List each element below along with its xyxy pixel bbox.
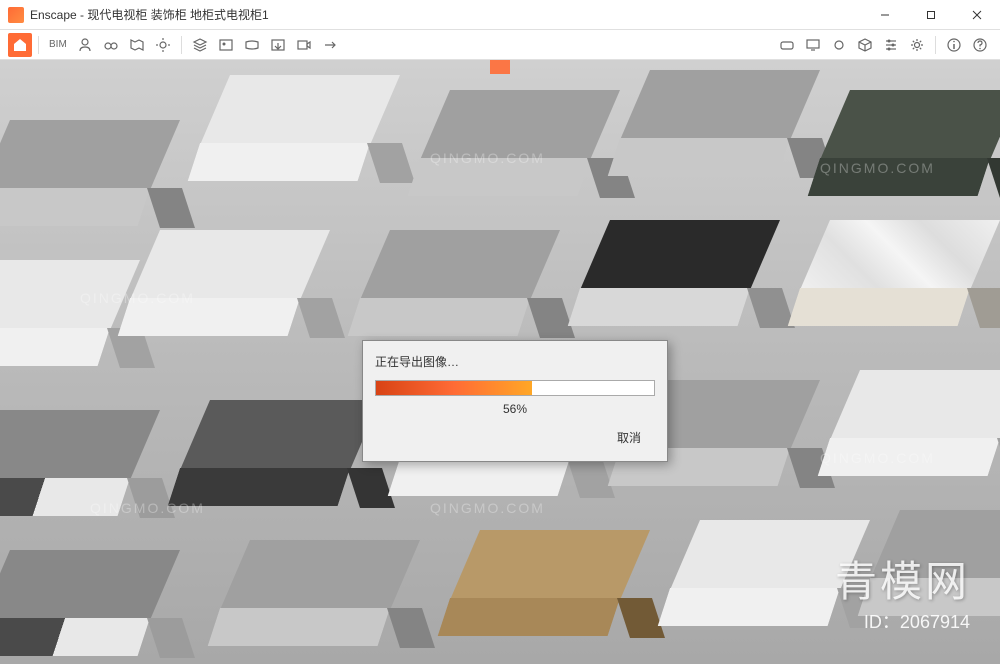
cabinet-render [420,90,620,200]
bim-label: BIM [45,39,71,50]
user-icon[interactable] [73,33,97,57]
progress-fill [376,381,532,395]
progress-bar [375,380,655,396]
window-title: Enscape - 现代电视柜 装饰柜 地柜式电视柜1 [30,6,269,23]
window-controls [862,0,1000,30]
toolbar-separator [181,36,182,54]
toolbar: BIM [0,30,1000,60]
monitor-icon[interactable] [801,33,825,57]
video-icon[interactable] [292,33,316,57]
cabinet-render [580,220,780,330]
cabinet-render [360,230,560,340]
image-icon[interactable] [214,33,238,57]
toolbar-separator [935,36,936,54]
cabinet-render [800,220,1000,330]
home-button[interactable] [8,33,32,57]
vr-icon[interactable] [775,33,799,57]
export-icon[interactable] [266,33,290,57]
maximize-button[interactable] [908,0,954,30]
info-icon[interactable] [942,33,966,57]
help-icon[interactable] [968,33,992,57]
titlebar: Enscape - 现代电视柜 装饰柜 地柜式电视柜1 [0,0,1000,30]
cabinet-render [0,550,180,660]
cabinet-render [0,260,140,370]
cabinet-render [820,90,1000,200]
toolbar-right-group [775,33,992,57]
cabinet-render [130,230,330,340]
cube-icon[interactable] [853,33,877,57]
dialog-footer: 取消 [375,426,655,449]
cabinet-render [200,75,400,185]
sync-icon[interactable] [827,33,851,57]
titlebar-left: Enscape - 现代电视柜 装饰柜 地柜式电视柜1 [8,6,269,23]
gear-icon[interactable] [905,33,929,57]
panorama-icon[interactable] [240,33,264,57]
light-icon[interactable] [151,33,175,57]
export-dialog: 正在导出图像… 56% 取消 [362,340,668,462]
binoculars-icon[interactable] [99,33,123,57]
progress-text: 56% [375,402,655,416]
cabinet-render [0,120,180,230]
nav-indicator-icon [490,60,510,74]
map-icon[interactable] [125,33,149,57]
watermark: QINGMO.COM [430,500,545,516]
cabinet-render [620,70,820,180]
share-icon[interactable] [318,33,342,57]
brand-logo: 青模网 [835,548,970,609]
minimize-button[interactable] [862,0,908,30]
toolbar-left-group: BIM [8,33,342,57]
viewport[interactable]: QINGMO.COM QINGMO.COM QINGMO.COM QINGMO.… [0,60,1000,664]
dialog-title: 正在导出图像… [375,353,655,370]
cabinet-render [220,540,420,650]
model-id: ID：2067914 [864,608,970,634]
app-icon [8,7,24,23]
toolbar-separator [38,36,39,54]
settings-icon[interactable] [879,33,903,57]
cabinet-render [180,400,380,510]
cancel-button[interactable]: 取消 [603,426,655,449]
cabinet-render [0,410,160,520]
close-button[interactable] [954,0,1000,30]
cabinet-render [830,370,1000,480]
layers-icon[interactable] [188,33,212,57]
cabinet-render [450,530,650,640]
